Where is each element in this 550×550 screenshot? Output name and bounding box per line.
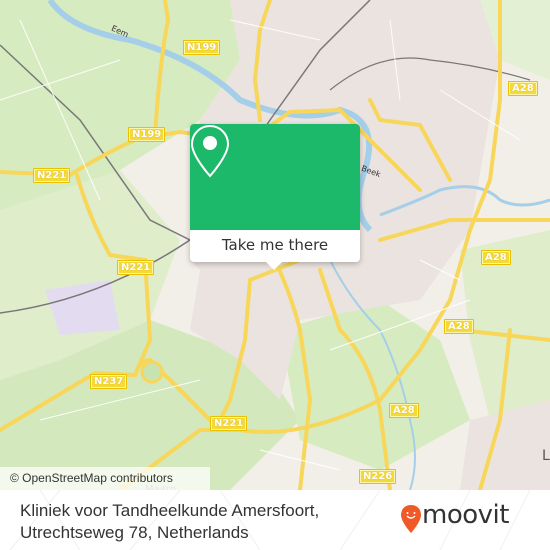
address-line-1: Kliniek voor Tandheelkunde Amersfoort, [20,501,320,520]
road-shield-a28: A28 [481,250,511,265]
popup-header [190,124,360,230]
place-label-edge: L [542,448,550,464]
road-shield-a28: A28 [508,81,538,96]
road-shield-n199: N199 [128,127,166,142]
road-shield-n221: N221 [117,260,155,275]
map-attribution[interactable]: © OpenStreetMap contributors [0,467,210,490]
road-shield-n221: N221 [210,416,248,431]
destination-popup: Take me there [190,124,360,270]
moovit-wordmark: moovit [422,500,509,530]
road-shield-a28: A28 [444,319,474,334]
take-me-there-button[interactable]: Take me there [190,230,360,262]
location-pin-icon [190,124,230,178]
footer: Kliniek voor Tandheelkunde Amersfoort, U… [0,490,550,550]
road-shield-a28: A28 [389,403,419,418]
map-view[interactable]: N199 N199 N221 N221 N237 N221 A28 A28 A2… [0,0,550,490]
address-line-2: Utrechtseweg 78, Netherlands [20,523,249,542]
moovit-logo[interactable]: moovit [400,500,540,537]
road-shield-n221: N221 [33,168,71,183]
destination-address: Kliniek voor Tandheelkunde Amersfoort, U… [20,500,319,544]
road-shield-n226: N226 [359,469,397,484]
popup-pointer [265,261,283,270]
moovit-pin-icon [401,505,421,533]
road-shield-n237: N237 [90,374,128,389]
road-shield-n199: N199 [183,40,221,55]
